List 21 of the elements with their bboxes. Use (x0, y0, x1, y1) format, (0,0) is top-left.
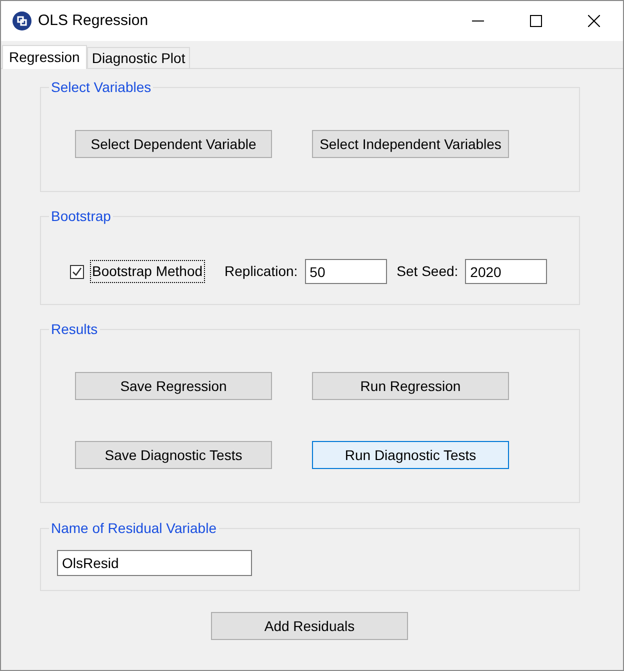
input-field[interactable]: 2020 (465, 259, 548, 284)
action-button[interactable]: Run Regression (312, 372, 509, 400)
action-button[interactable]: Select Dependent Variable (75, 130, 272, 158)
close-icon (588, 15, 600, 27)
window-title: OLS Regression (38, 10, 148, 31)
checkbox-label[interactable]: Bootstrap Method (90, 260, 205, 283)
field-label: Set Seed: (396, 262, 458, 281)
action-button[interactable]: Add Residuals (211, 612, 408, 640)
field-label: Replication: (224, 262, 298, 281)
input-field[interactable]: 50 (304, 259, 387, 284)
action-button[interactable]: Select Independent Variables (312, 130, 509, 158)
action-button[interactable]: Run Diagnostic Tests (312, 441, 509, 469)
tab[interactable]: Regression (2, 45, 87, 69)
checkbox[interactable] (70, 264, 84, 278)
minimize-icon (472, 20, 484, 22)
action-button[interactable]: Save Regression (75, 372, 272, 400)
maximize-icon (530, 15, 542, 27)
app-icon (12, 11, 32, 31)
input-field[interactable]: OlsResid (57, 550, 252, 576)
action-button[interactable]: Save Diagnostic Tests (75, 441, 272, 469)
tab[interactable]: Diagnostic Plot (86, 47, 190, 68)
